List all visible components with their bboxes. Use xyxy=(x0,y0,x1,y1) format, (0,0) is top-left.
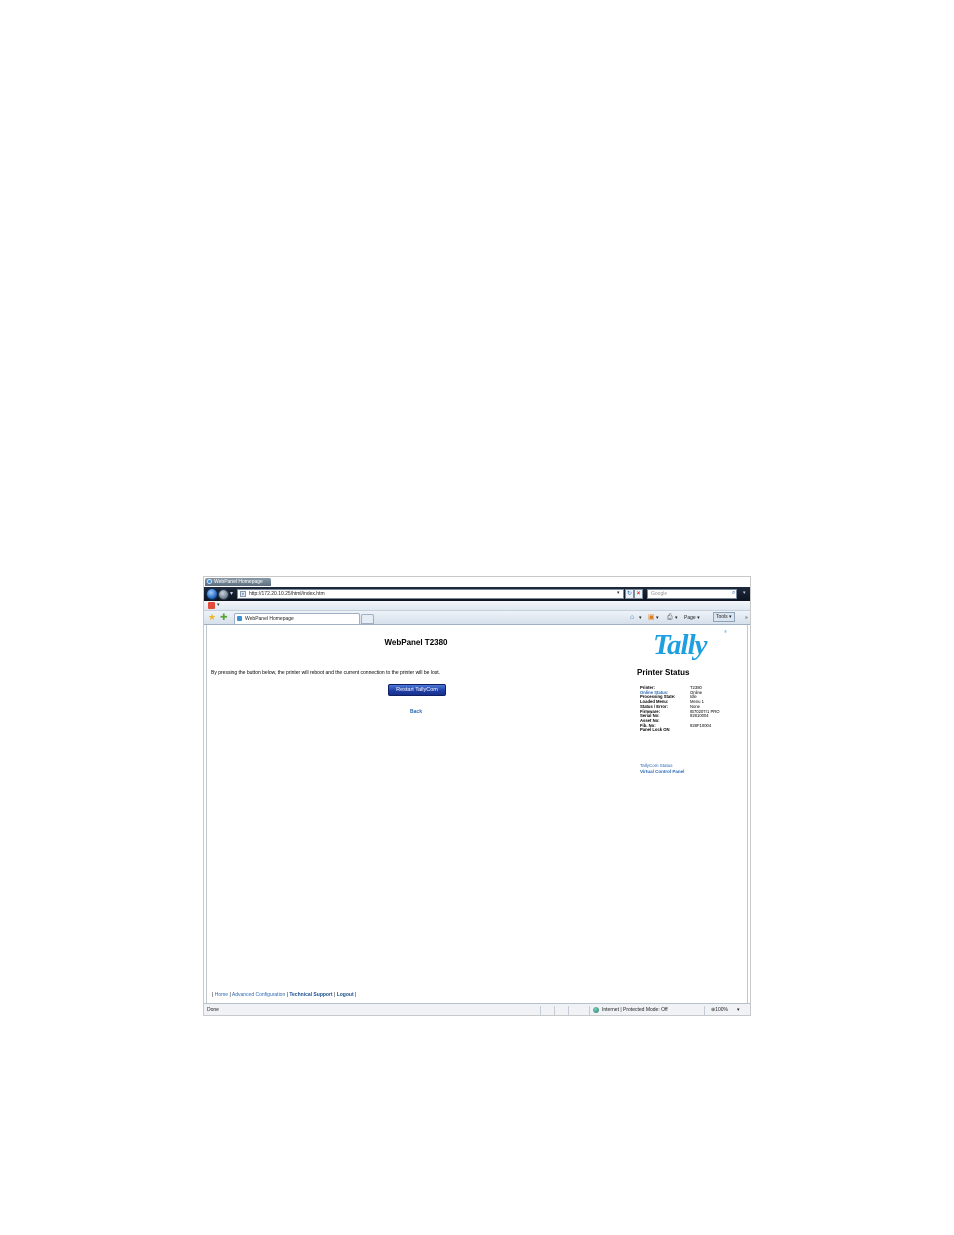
refresh-icon[interactable]: ↻ xyxy=(625,589,634,599)
address-text: http://172.20.10.25/html/index.htm xyxy=(249,591,325,597)
footer-support-link[interactable]: Technical Support xyxy=(289,992,332,998)
back-button[interactable] xyxy=(206,588,218,600)
restart-tallycom-button[interactable]: Restart TallyCom xyxy=(388,684,446,696)
virtual-control-panel-link[interactable]: Virtual Control Panel xyxy=(640,769,684,774)
window-title: WebPanel Homepage xyxy=(205,578,271,586)
registered-mark: ® xyxy=(724,629,727,634)
printer-status-heading: Printer Status xyxy=(637,668,690,677)
home-dropdown-icon[interactable]: ▾ xyxy=(639,613,642,623)
toolbar-addon-dropdown-icon[interactable]: ▾ xyxy=(217,602,220,608)
search-icon[interactable]: ⌕ xyxy=(732,590,735,597)
address-row: ▾ e http://172.20.10.25/html/index.htm ▾… xyxy=(204,587,750,601)
footer-separator: | xyxy=(355,992,357,998)
footer-separator: | xyxy=(286,992,288,998)
status-row-panel-lock: Panel Lock ON xyxy=(640,728,720,733)
search-dropdown-icon[interactable]: ▾ xyxy=(743,590,746,596)
zoom-dropdown-icon[interactable]: ▾ xyxy=(737,1007,740,1013)
zoom-value: 100% xyxy=(715,1007,728,1013)
search-input[interactable]: Google xyxy=(647,589,737,599)
status-divider xyxy=(704,1006,705,1015)
zoom-level[interactable]: ⊕100% xyxy=(711,1007,728,1013)
footer-home-link[interactable]: Home xyxy=(215,992,228,998)
feeds-dropdown-icon[interactable]: ▾ xyxy=(656,613,659,623)
status-value: 92810004 xyxy=(690,713,709,719)
new-tab-button[interactable] xyxy=(361,614,374,624)
restart-warning-text: By pressing the button below, the printe… xyxy=(211,670,441,676)
address-dropdown-icon[interactable]: ▾ xyxy=(617,590,620,596)
tallycom-status-link[interactable]: TallyCom Status xyxy=(640,763,673,768)
status-divider xyxy=(554,1006,555,1015)
back-link[interactable]: Back xyxy=(207,709,625,715)
footer-separator: | xyxy=(229,992,231,998)
status-value: 928F10004 xyxy=(690,722,712,728)
address-bar[interactable]: e http://172.20.10.25/html/index.htm xyxy=(237,589,624,599)
footer-separator: | xyxy=(212,992,214,998)
more-commands-chevron-icon[interactable]: » xyxy=(745,613,748,623)
add-favorites-icon[interactable]: ✚ xyxy=(220,612,228,622)
footer-advanced-link[interactable]: Advanced Configuration xyxy=(232,992,285,998)
page-title: WebPanel T2380 xyxy=(384,638,448,647)
browser-window: WebPanel Homepage ▾ e http://172.20.10.2… xyxy=(203,576,751,1016)
menu-row: ▾ xyxy=(204,601,750,611)
ie-icon xyxy=(207,579,212,584)
footer-logout-link[interactable]: Logout xyxy=(337,992,354,998)
page-icon: e xyxy=(240,591,246,597)
status-label: Panel Lock ON xyxy=(640,727,670,733)
security-zone-text[interactable]: Internet | Protected Mode: Off xyxy=(602,1007,668,1013)
stop-icon[interactable]: × xyxy=(634,589,643,599)
feeds-icon[interactable]: ▣ xyxy=(648,613,655,623)
tally-logo: Tally xyxy=(653,629,708,661)
status-bar: Done Internet | Protected Mode: Off ⊕100… xyxy=(204,1003,750,1015)
title-bar: WebPanel Homepage xyxy=(204,577,750,587)
toolbar-addon-icon[interactable] xyxy=(208,602,215,609)
favorites-star-icon[interactable]: ★ xyxy=(208,612,216,622)
window-title-text: WebPanel Homepage xyxy=(214,579,263,585)
printer-status-table: Printer: T2380 Online Status: Online Pro… xyxy=(640,685,720,733)
tab-webpanel-homepage[interactable]: WebPanel Homepage xyxy=(234,613,360,624)
tab-page-icon xyxy=(237,616,242,621)
tools-menu-button[interactable]: Tools ▾ xyxy=(713,612,735,622)
print-dropdown-icon[interactable]: ▾ xyxy=(675,613,678,623)
home-icon[interactable]: ⌂ xyxy=(630,613,634,623)
footer-separator: | xyxy=(333,992,336,998)
page-menu-button[interactable]: Page ▾ xyxy=(684,613,700,623)
status-divider xyxy=(589,1006,590,1015)
internet-zone-icon xyxy=(593,1007,599,1013)
status-divider xyxy=(568,1006,569,1015)
status-divider xyxy=(540,1006,541,1015)
forward-button[interactable] xyxy=(218,589,229,600)
page-content: WebPanel T2380 By pressing the button be… xyxy=(206,625,748,1003)
footer-nav: | Home | Advanced Configuration | Techni… xyxy=(212,992,356,998)
recent-pages-chevron-icon[interactable]: ▾ xyxy=(230,590,233,597)
tab-title: WebPanel Homepage xyxy=(245,616,294,622)
status-text: Done xyxy=(207,1007,219,1013)
tab-row: ★ ✚ WebPanel Homepage ⌂ ▾ ▣ ▾ ⎙ ▾ Page ▾… xyxy=(204,611,750,625)
print-icon[interactable]: ⎙ xyxy=(667,613,673,623)
